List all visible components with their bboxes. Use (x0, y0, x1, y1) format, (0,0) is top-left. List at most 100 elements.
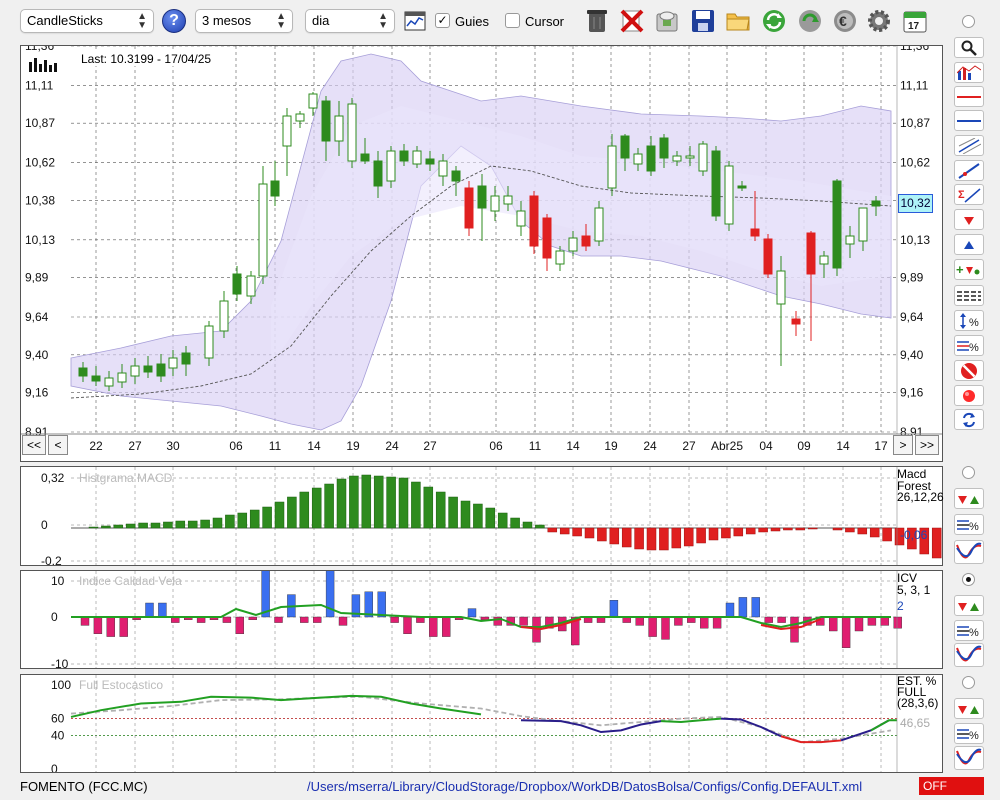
database-icon[interactable] (652, 6, 682, 36)
x-tick-label: 14 (566, 439, 580, 453)
stoch-curves-button[interactable] (954, 746, 984, 770)
config-path-label[interactable]: /Users/mserra/Library/CloudStorage/Dropb… (307, 779, 862, 794)
stoch-percent-button[interactable]: % (954, 723, 984, 744)
chart-type-select[interactable]: CandleSticks ▲ ▼ (20, 9, 154, 33)
macd-panel-radio[interactable] (962, 466, 975, 479)
icv-percent-button[interactable]: % (954, 620, 984, 641)
gear-icon[interactable] (864, 6, 894, 36)
swap-button[interactable] (954, 409, 984, 430)
macd-bar-positive (187, 520, 198, 529)
macd-arrows-button[interactable] (954, 488, 984, 509)
ticker-label: FOMENTO (FCC.MC) (20, 779, 148, 794)
icv-bar-negative (313, 616, 322, 623)
interval-value: dia (312, 13, 330, 28)
dashed-lines-icon (957, 290, 981, 301)
candle-body (620, 135, 630, 159)
icv-value: 2 (897, 599, 904, 613)
candle-body (685, 155, 695, 159)
macd-bar-negative (696, 527, 706, 544)
refresh-icon[interactable] (759, 6, 789, 36)
macd-bar-positive (200, 519, 210, 529)
y-tick-label-right: 9,16 (900, 386, 924, 400)
channel-button[interactable] (954, 135, 984, 156)
status-off-badge[interactable]: OFF (919, 777, 984, 795)
icv-bar-negative (854, 616, 864, 632)
remove-button[interactable] (954, 360, 984, 381)
icv-bar-negative (777, 616, 786, 623)
icv-panel-radio[interactable] (962, 573, 975, 586)
blue-line-button[interactable] (954, 110, 984, 131)
candle-body (791, 318, 801, 325)
percent-lines-icon: % (957, 340, 979, 354)
zoom-button[interactable] (954, 37, 984, 58)
percent-range-button[interactable]: % (954, 310, 984, 331)
svg-text:%: % (969, 521, 979, 533)
save-icon[interactable] (688, 6, 718, 36)
period-select[interactable]: 3 mesos ▲ ▼ (195, 9, 293, 33)
arrow-down-button[interactable] (954, 209, 984, 230)
stoch-panel-radio[interactable] (962, 676, 975, 689)
icv-curves-button[interactable] (954, 643, 984, 667)
open-folder-icon[interactable] (723, 6, 753, 36)
x-tick-label: Abr25 (711, 439, 743, 453)
icv-bar-negative (648, 616, 657, 637)
macd-bar-negative (671, 527, 682, 549)
arrow-up-button[interactable] (954, 234, 984, 255)
candle-body (295, 113, 305, 122)
sync-icon[interactable] (795, 6, 825, 36)
x-tick-label: 27 (423, 439, 437, 453)
percent-range-icon: % (960, 312, 979, 329)
candle-body (737, 185, 747, 189)
stoch-y-tick: 0 (51, 762, 58, 772)
macd-bar-positive (497, 512, 508, 529)
guides-checkbox[interactable]: ✓ (435, 13, 450, 28)
record-button[interactable] (954, 385, 984, 406)
calendar-icon[interactable]: 17 (900, 6, 930, 36)
nav-prev-button[interactable]: < (48, 435, 68, 455)
icv-bar-negative (674, 616, 683, 626)
macd-bar-negative (758, 527, 768, 533)
icv-arrows-button[interactable] (954, 595, 984, 616)
trendline-button[interactable] (954, 160, 984, 181)
macd-bar-positive (460, 500, 471, 529)
x-tick-label: 27 (682, 439, 696, 453)
macd-bar-negative (745, 527, 756, 535)
main-panel-radio[interactable] (962, 15, 975, 28)
interval-select[interactable]: dia ▲ ▼ (305, 9, 395, 33)
cursor-checkbox[interactable] (505, 13, 520, 28)
nav-last-button[interactable]: >> (915, 435, 939, 455)
help-icon[interactable]: ? (162, 9, 186, 33)
stoch-k-line-end (870, 719, 897, 732)
candle-body (464, 187, 474, 229)
indicators-button[interactable] (954, 62, 984, 83)
icv-bar-positive (145, 602, 154, 618)
macd-percent-button[interactable]: % (954, 514, 984, 535)
red-line-button[interactable] (954, 86, 984, 107)
candle-body (91, 375, 101, 382)
nav-next-button[interactable]: > (893, 435, 913, 455)
y-tick-label-right: 10,87 (900, 116, 930, 130)
grid-lines-button[interactable] (954, 285, 984, 306)
sigma-button[interactable]: Σ (954, 184, 984, 205)
icv-bar-negative (248, 616, 257, 620)
curves-icon (956, 542, 982, 559)
delete-document-icon[interactable] (617, 6, 647, 36)
stoch-arrows-button[interactable] (954, 698, 984, 719)
red-green-arrows-icon (958, 495, 979, 504)
price-chart[interactable]: 11,36 11,36 11,11 11,11 10,87 10,87 10,62 10,62… (21, 46, 942, 461)
x-tick-label: 30 (166, 439, 180, 453)
macd-curves-button[interactable] (954, 540, 984, 564)
nav-first-button[interactable]: << (22, 435, 46, 455)
x-tick-label: 14 (307, 439, 321, 453)
add-marker-button[interactable]: + (954, 259, 984, 280)
euro-icon[interactable]: € (830, 6, 860, 36)
chart-window-icon[interactable] (400, 6, 430, 36)
svg-text:€: € (839, 13, 847, 29)
candle-body (373, 160, 383, 187)
icv-bar-negative (700, 616, 709, 629)
red-green-arrows-icon (958, 705, 979, 714)
candle-body (871, 200, 881, 207)
macd-bar-positive (473, 503, 483, 529)
percent-lines-button[interactable]: % (954, 335, 984, 356)
trash-icon[interactable] (582, 6, 612, 36)
